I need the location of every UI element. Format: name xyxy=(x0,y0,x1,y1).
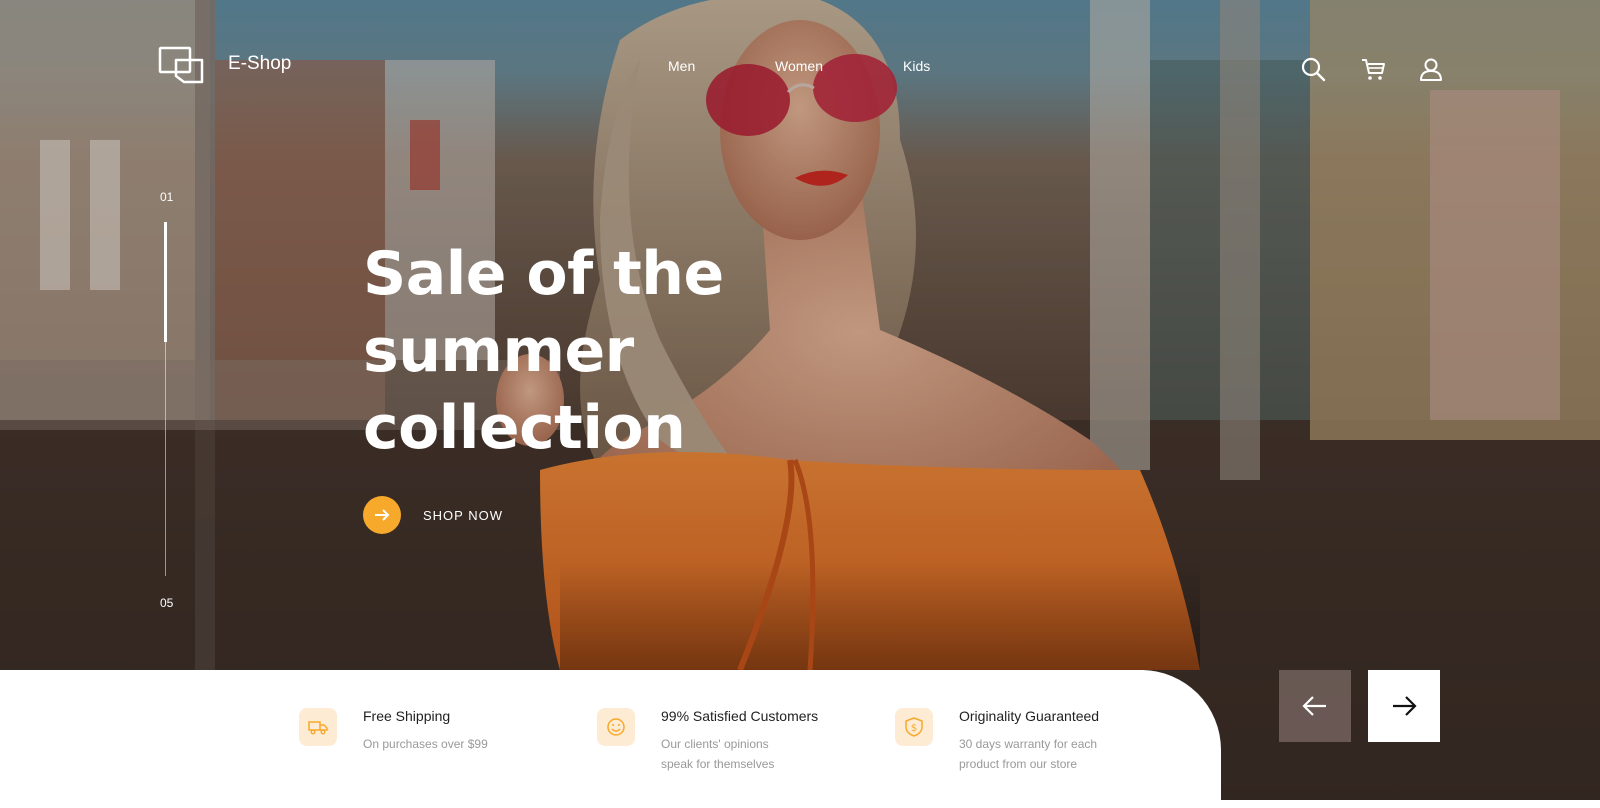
hero-headline: Sale of the summer collection xyxy=(363,236,783,467)
feature-text: 99% Satisfied Customers Our clients' opi… xyxy=(661,708,818,774)
nav-item-men[interactable]: Men xyxy=(668,58,695,74)
arrow-right-icon xyxy=(375,509,390,521)
user-icon[interactable] xyxy=(1418,56,1444,82)
nav-item-women[interactable]: Women xyxy=(775,58,823,74)
feature-desc-line: 30 days warranty for each xyxy=(959,737,1098,751)
feature-desc-line: speak for themselves xyxy=(661,757,775,771)
feature-desc-line: On purchases over $99 xyxy=(363,737,488,751)
arrow-left-icon xyxy=(1302,696,1326,716)
search-icon[interactable] xyxy=(1300,56,1326,82)
bottom-strip xyxy=(0,800,1600,808)
feature-title: Free Shipping xyxy=(363,708,451,724)
shop-now-circle[interactable] xyxy=(363,496,401,534)
slide-total-number: 05 xyxy=(160,596,174,610)
carousel-prev-button[interactable] xyxy=(1279,670,1351,742)
slide-progress-bar xyxy=(164,222,167,343)
cart-icon[interactable] xyxy=(1360,56,1386,82)
smile-icon xyxy=(607,718,625,736)
shop-now-label: SHOP NOW xyxy=(423,507,503,523)
carousel-next-button[interactable] xyxy=(1368,670,1440,742)
feature-text: Free Shipping On purchases over $99 xyxy=(363,708,488,754)
svg-text:$: $ xyxy=(911,723,917,734)
feature-icon-box: $ xyxy=(895,708,933,746)
shop-now-button[interactable]: SHOP NOW xyxy=(363,496,503,534)
headline-line-1: Sale of the xyxy=(363,239,724,309)
slide-current-number: 01 xyxy=(160,190,174,204)
headline-line-3: collection xyxy=(363,393,686,463)
feature-originality: $ Originality Guaranteed 30 days warrant… xyxy=(895,708,1099,774)
feature-icon-box xyxy=(299,708,337,746)
feature-desc-line: Our clients' opinions xyxy=(661,737,769,751)
feature-title: 99% Satisfied Customers xyxy=(661,708,819,724)
arrow-right-icon xyxy=(1393,696,1417,716)
features-bar: Free Shipping On purchases over $99 99% … xyxy=(0,670,1221,800)
feature-satisfied-customers: 99% Satisfied Customers Our clients' opi… xyxy=(597,708,818,774)
feature-title: Originality Guaranteed xyxy=(959,708,1100,724)
truck-icon xyxy=(308,721,328,735)
feature-icon-box xyxy=(597,708,635,746)
shield-dollar-icon: $ xyxy=(905,717,923,737)
headline-line-2: summer xyxy=(363,316,634,386)
feature-text: Originality Guaranteed 30 days warranty … xyxy=(959,708,1099,774)
nav-item-kids[interactable]: Kids xyxy=(903,58,930,74)
feature-desc-line: product from our store xyxy=(959,757,1078,771)
feature-free-shipping: Free Shipping On purchases over $99 xyxy=(299,708,488,754)
